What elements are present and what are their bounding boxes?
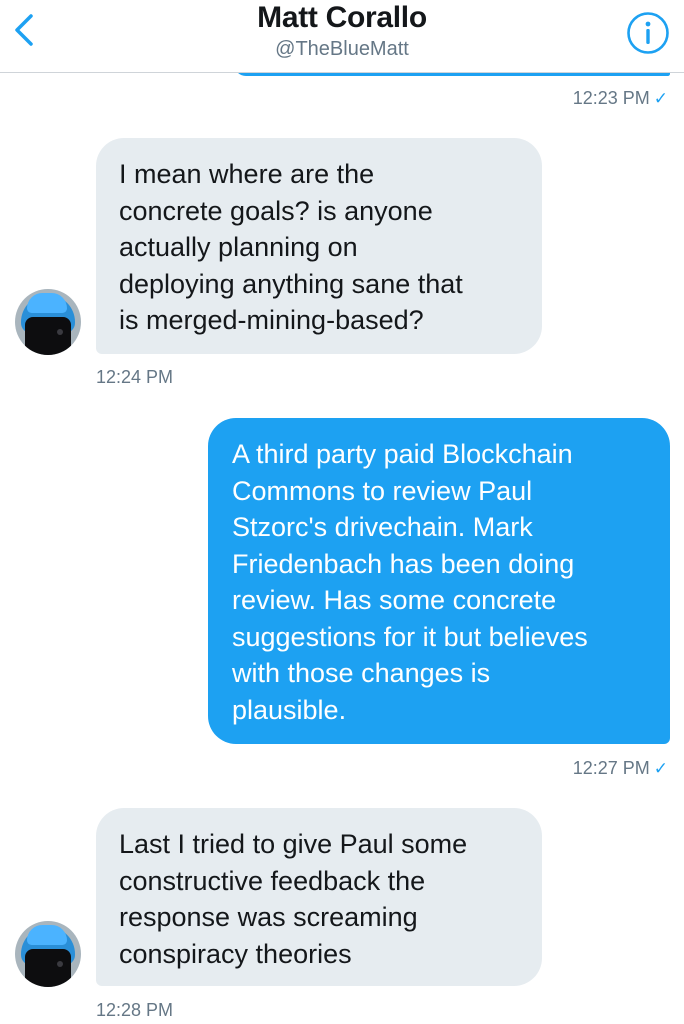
message-bubble-incoming[interactable]: I mean where are the concrete goals? is … <box>96 138 542 354</box>
info-icon <box>627 12 669 54</box>
message-bubble-incoming[interactable]: Last I tried to give Paul some construct… <box>96 808 542 986</box>
contact-name[interactable]: Matt Corallo <box>0 1 684 35</box>
checkmark-icon: ✓ <box>653 759 668 778</box>
avatar[interactable] <box>15 289 81 355</box>
avatar[interactable] <box>15 921 81 987</box>
conversation-header: Matt Corallo @TheBlueMatt <box>0 0 684 73</box>
message-bubble-outgoing[interactable]: A third party paid Blockchain Commons to… <box>208 418 670 744</box>
message-text: Last I tried to give Paul some construct… <box>119 829 468 969</box>
message-timestamp: 12:28 PM <box>96 1000 174 1020</box>
message-text: A third party paid Blockchain Commons to… <box>232 439 588 725</box>
checkmark-icon: ✓ <box>653 89 668 108</box>
message-text: I mean where are the concrete goals? is … <box>119 159 463 335</box>
message-timestamp: 12:27 PM ✓ <box>572 758 668 778</box>
message-timestamp: 12:24 PM <box>96 367 174 387</box>
message-timestamp: 12:23 PM ✓ <box>572 88 668 108</box>
contact-handle[interactable]: @TheBlueMatt <box>0 38 684 61</box>
info-button[interactable] <box>626 11 670 55</box>
